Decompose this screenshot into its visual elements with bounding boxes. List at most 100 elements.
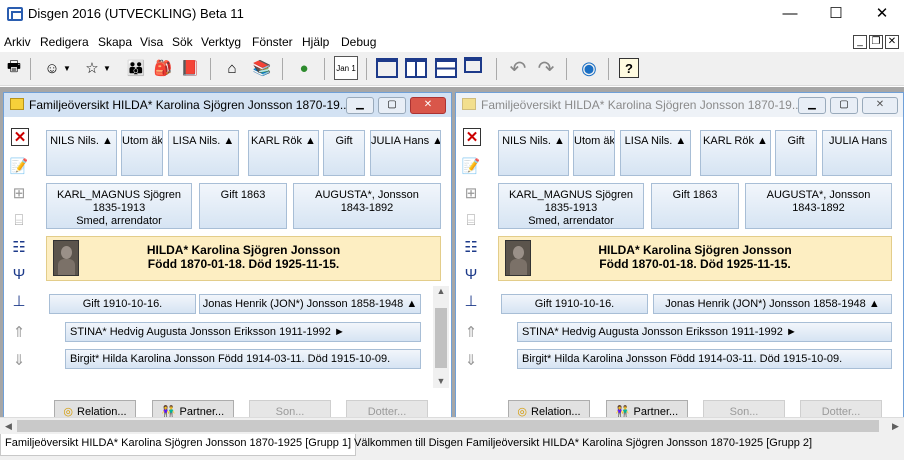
grandparent-box[interactable]: LISA Nils. ▲ — [620, 130, 691, 176]
family-overview-window-2[interactable]: Familjeöversikt HILDA* Karolina Sjögren … — [455, 92, 904, 434]
grandparent-box[interactable]: JULIA Hans — [822, 130, 892, 176]
family-overview-window-1[interactable]: Familjeöversikt HILDA* Karolina Sjögren … — [3, 92, 452, 434]
grandparent-relation-box[interactable]: Utom äk — [573, 130, 615, 176]
person-photo[interactable] — [505, 240, 531, 276]
maximize-button[interactable]: ☐ — [813, 0, 859, 30]
window-minimize-button[interactable]: ▁ — [346, 97, 374, 114]
grandparent-relation-box[interactable]: Gift — [775, 130, 817, 176]
layout-two-row-icon[interactable] — [435, 58, 457, 78]
book-icon[interactable]: 📕 — [178, 56, 202, 80]
spouse-box[interactable]: Jonas Henrik (JON*) Jonsson 1858-1948 ▲ — [199, 294, 421, 314]
child-row[interactable]: STINA* Hedvig Augusta Jonsson Eriksson 1… — [65, 322, 421, 342]
parents-marriage-box[interactable]: Gift 1863 — [651, 183, 739, 229]
menu-arkiv[interactable]: Arkiv — [4, 35, 31, 49]
child-row[interactable]: Birgit* Hilda Karolina Jonsson Född 1914… — [517, 349, 892, 369]
grandparent-relation-box[interactable]: Utom äk — [121, 130, 163, 176]
chevron-down-icon[interactable]: ▼ — [102, 56, 112, 80]
grandparent-box[interactable]: NILS Nils. ▲ — [498, 130, 569, 176]
mdi-minimize-button[interactable]: _ — [853, 35, 867, 49]
main-person-box[interactable]: HILDA* Karolina Sjögren Jonsson Född 187… — [46, 236, 441, 281]
grandparent-box[interactable]: LISA Nils. ▲ — [168, 130, 239, 176]
main-person-box[interactable]: HILDA* Karolina Sjögren Jonsson Född 187… — [498, 236, 892, 281]
undo-icon[interactable]: ↶ — [506, 56, 530, 80]
menu-debug[interactable]: Debug — [341, 35, 376, 49]
mother-box[interactable]: AUGUSTA*, Jonsson 1843-1892 — [293, 183, 441, 229]
mdi-close-button[interactable]: ✕ — [885, 35, 899, 49]
scroll-thumb[interactable] — [17, 420, 879, 432]
calendar-icon[interactable]: Jan 1 — [334, 56, 358, 80]
window-maximize-button[interactable]: ▢ — [830, 97, 858, 114]
tab-valkommen[interactable]: Välkommen till Disgen — [350, 434, 467, 454]
redo-icon[interactable]: ↷ — [534, 56, 558, 80]
down-arrow-icon[interactable]: ⇓ — [460, 349, 482, 371]
grandparent-box[interactable]: JULIA Hans ▲ — [370, 130, 441, 176]
window-close-button[interactable]: ✕ — [410, 97, 446, 114]
horizontal-scrollbar[interactable]: ◀ ▶ — [0, 417, 904, 434]
father-box[interactable]: KARL_MAGNUS Sjögren 1835-1913 Smed, arre… — [46, 183, 192, 229]
grandparent-relation-box[interactable]: Gift — [323, 130, 365, 176]
window-titlebar[interactable]: Familjeöversikt HILDA* Karolina Sjögren … — [4, 93, 451, 117]
up-arrow-icon[interactable]: ⇑ — [8, 321, 30, 343]
scroll-right-arrow[interactable]: ▶ — [887, 418, 904, 434]
menu-fonster[interactable]: Fönster — [252, 35, 293, 49]
printer-icon[interactable]: 🖶 — [2, 56, 26, 80]
edit-notes-icon[interactable]: 📝 — [8, 155, 30, 177]
mdi-restore-button[interactable]: ❐ — [869, 35, 883, 49]
edit-notes-icon[interactable]: 📝 — [460, 155, 482, 177]
layout-two-col-icon[interactable] — [405, 58, 427, 78]
map-icon[interactable]: ● — [292, 56, 316, 80]
org-chart-icon[interactable]: ⊥ — [8, 290, 30, 312]
scroll-left-arrow[interactable]: ◀ — [0, 418, 17, 434]
layout-single-icon[interactable] — [376, 58, 398, 78]
layout-cascade-icon[interactable] — [464, 57, 482, 73]
tab-grupp-2[interactable]: Familjeöversikt HILDA* Karolina Sjögren … — [462, 434, 816, 454]
close-x-icon[interactable]: ✕ — [463, 128, 481, 146]
minimize-button[interactable]: — — [767, 0, 813, 30]
grandparent-box[interactable]: KARL Rök ▲ — [700, 130, 771, 176]
scroll-down-arrow[interactable]: ▼ — [433, 376, 449, 388]
pedigree-icon[interactable]: Ψ — [8, 263, 30, 285]
menu-redigera[interactable]: Redigera — [40, 35, 89, 49]
help-icon[interactable]: ? — [619, 58, 639, 78]
spouse-box[interactable]: Jonas Henrik (JON*) Jonsson 1858-1948 ▲ — [653, 294, 892, 314]
scroll-up-arrow[interactable]: ▲ — [433, 286, 449, 298]
person-search-icon[interactable]: ☆ — [80, 56, 104, 80]
menu-hjalp[interactable]: Hjälp — [302, 35, 329, 49]
grandparent-box[interactable]: NILS Nils. ▲ — [46, 130, 117, 176]
tree-icon[interactable]: ⊞ — [8, 182, 30, 204]
window-close-button[interactable]: ✕ — [862, 97, 898, 114]
close-x-icon[interactable]: ✕ — [11, 128, 29, 146]
books-icon[interactable]: 📚 — [250, 56, 274, 80]
window-titlebar[interactable]: Familjeöversikt HILDA* Karolina Sjögren … — [456, 93, 903, 117]
father-box[interactable]: KARL_MAGNUS Sjögren 1835-1913 Smed, arre… — [498, 183, 644, 229]
child-row[interactable]: Birgit* Hilda Karolina Jonsson Född 1914… — [65, 349, 421, 369]
ancestors-icon[interactable]: ⌸ — [8, 209, 30, 231]
menu-verktyg[interactable]: Verktyg — [201, 35, 241, 49]
notes-icon[interactable]: 🎒 — [151, 56, 175, 80]
chevron-down-icon[interactable]: ▼ — [62, 56, 72, 80]
window-minimize-button[interactable]: ▁ — [798, 97, 826, 114]
person-add-icon[interactable]: ☺ — [40, 56, 64, 80]
menu-skapa[interactable]: Skapa — [98, 35, 132, 49]
person-photo[interactable] — [53, 240, 79, 276]
descendants-list-icon[interactable]: ☷ — [460, 236, 482, 258]
window-maximize-button[interactable]: ▢ — [378, 97, 406, 114]
parents-marriage-box[interactable]: Gift 1863 — [199, 183, 287, 229]
org-chart-icon[interactable]: ⊥ — [460, 290, 482, 312]
descendants-list-icon[interactable]: ☷ — [8, 236, 30, 258]
up-arrow-icon[interactable]: ⇑ — [460, 321, 482, 343]
tab-grupp-1[interactable]: Familjeöversikt HILDA* Karolina Sjögren … — [0, 434, 357, 456]
home-icon[interactable]: ⌂ — [220, 56, 244, 80]
menu-visa[interactable]: Visa — [140, 35, 163, 49]
grandparent-box[interactable]: KARL Rök ▲ — [248, 130, 319, 176]
child-row[interactable]: STINA* Hedvig Augusta Jonsson Eriksson 1… — [517, 322, 892, 342]
down-arrow-icon[interactable]: ⇓ — [8, 349, 30, 371]
family-icon[interactable]: 👪 — [124, 56, 148, 80]
marriage-box[interactable]: Gift 1910-10-16. — [49, 294, 196, 314]
vertical-scrollbar[interactable]: ▲ ▼ — [433, 286, 449, 388]
scroll-thumb[interactable] — [435, 308, 447, 368]
menu-sok[interactable]: Sök — [172, 35, 193, 49]
mother-box[interactable]: AUGUSTA*, Jonsson 1843-1892 — [745, 183, 892, 229]
tree-icon[interactable]: ⊞ — [460, 182, 482, 204]
globe-icon[interactable]: ◉ — [577, 56, 601, 80]
